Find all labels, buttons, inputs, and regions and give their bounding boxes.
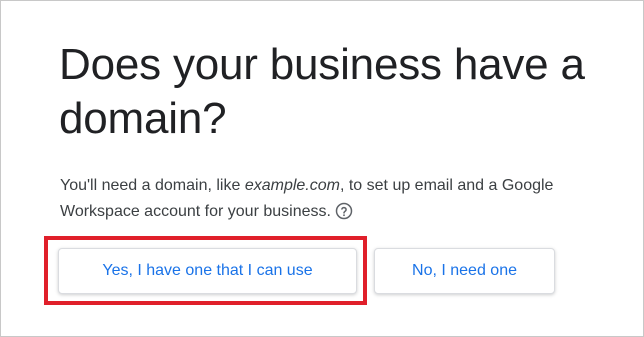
page-title: Does your business have a domain? [59,40,585,143]
description: You'll need a domain, like example.com, … [60,173,620,225]
no-need-domain-button[interactable]: No, I need one [374,248,555,294]
example-domain: example.com [244,177,340,194]
help-circle-icon[interactable] [335,202,353,220]
description-text-start: You'll need a domain, like [60,177,245,194]
yes-have-domain-button[interactable]: Yes, I have one that I can use [58,248,357,294]
